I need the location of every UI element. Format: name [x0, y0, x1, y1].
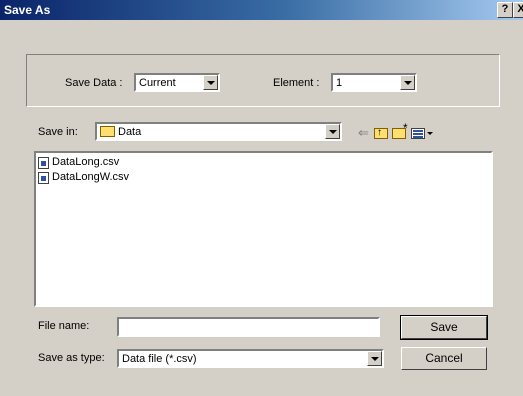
save-as-type-label: Save as type:	[38, 352, 105, 364]
element-dropdown[interactable]: 1	[331, 73, 417, 92]
save-as-type-dropdown[interactable]: Data file (*.csv)	[117, 349, 384, 368]
save-in-dropdown[interactable]: Data	[95, 122, 342, 141]
csv-file-icon	[38, 157, 49, 169]
view-menu-icon[interactable]	[411, 128, 425, 139]
folder-icon	[100, 126, 115, 137]
create-new-folder-icon[interactable]	[392, 121, 408, 139]
help-button[interactable]: ?	[497, 2, 513, 18]
csv-file-icon	[38, 172, 49, 184]
chevron-down-icon[interactable]	[400, 75, 415, 90]
save-data-label: Save Data :	[65, 77, 123, 89]
element-label: Element :	[273, 77, 320, 89]
file-name: DataLongW.csv	[52, 171, 130, 183]
close-button[interactable]: X	[513, 2, 523, 18]
save-in-label: Save in:	[38, 126, 78, 138]
save-as-type-value: Data file (*.csv)	[122, 353, 197, 365]
chevron-down-icon[interactable]	[325, 124, 340, 139]
cancel-button[interactable]: Cancel	[401, 347, 487, 370]
window-title: Save As	[4, 3, 51, 17]
view-menu-dropdown-icon[interactable]	[427, 132, 433, 135]
file-name: DataLong.csv	[52, 156, 120, 168]
chevron-down-icon[interactable]	[367, 351, 382, 366]
chevron-down-icon[interactable]	[203, 75, 218, 90]
save-data-dropdown[interactable]: Current	[134, 73, 220, 92]
file-name-input[interactable]	[117, 317, 380, 337]
save-in-value: Data	[118, 126, 142, 138]
file-name-label: File name:	[38, 320, 90, 332]
save-data-value: Current	[139, 77, 176, 89]
title-bar[interactable]: Save As ? X	[0, 0, 523, 20]
element-value: 1	[336, 77, 343, 89]
up-one-level-icon[interactable]	[374, 126, 388, 140]
back-arrow-icon[interactable]: ⇐	[358, 126, 369, 140]
save-button[interactable]: Save	[400, 315, 488, 340]
file-list[interactable]: DataLong.csv DataLongW.csv	[34, 151, 493, 307]
